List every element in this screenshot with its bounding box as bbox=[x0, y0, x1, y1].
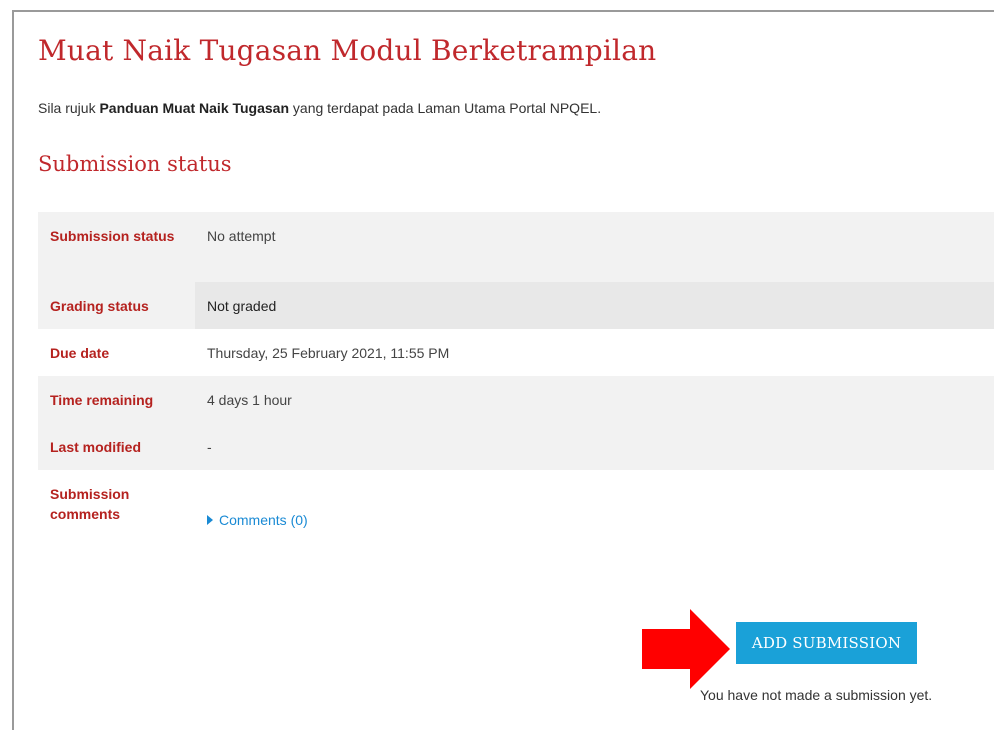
page-title: Muat Naik Tugasan Modul Berketrampilan bbox=[38, 34, 657, 67]
table-row: Due date Thursday, 25 February 2021, 11:… bbox=[38, 329, 994, 376]
table-row: Submission status No attempt bbox=[38, 212, 994, 282]
intro-text: Sila rujuk Panduan Muat Naik Tugasan yan… bbox=[38, 100, 601, 116]
submission-note: You have not made a submission yet. bbox=[700, 687, 933, 703]
submission-status-heading: Submission status bbox=[38, 152, 232, 176]
row-value: Comments (0) bbox=[195, 470, 994, 540]
row-label: Last modified bbox=[50, 439, 142, 455]
table-row: Last modified - bbox=[38, 423, 994, 470]
comments-link-label: Comments (0) bbox=[219, 512, 308, 528]
caret-right-icon bbox=[207, 515, 213, 525]
row-label: Due date bbox=[50, 345, 110, 361]
row-value: No attempt bbox=[207, 228, 276, 244]
row-value: Thursday, 25 February 2021, 11:55 PM bbox=[207, 345, 450, 361]
intro-guide-name: Panduan Muat Naik Tugasan bbox=[99, 100, 290, 116]
row-label: Submission comments bbox=[50, 486, 130, 522]
row-value: - bbox=[207, 439, 212, 455]
table-row: Grading status Not graded bbox=[38, 282, 994, 329]
red-arrow-icon bbox=[642, 609, 730, 689]
row-value: 4 days 1 hour bbox=[207, 392, 292, 408]
row-label: Time remaining bbox=[50, 392, 154, 408]
table-row: Time remaining 4 days 1 hour bbox=[38, 376, 994, 423]
intro-suffix: yang terdapat pada Laman Utama Portal NP… bbox=[289, 100, 602, 116]
add-submission-button[interactable]: ADD SUBMISSION bbox=[736, 622, 917, 664]
comments-toggle-link[interactable]: Comments (0) bbox=[207, 512, 308, 528]
row-label: Grading status bbox=[50, 298, 149, 314]
row-label: Submission status bbox=[50, 228, 175, 244]
submission-status-table: Submission status No attempt Grading sta… bbox=[38, 212, 994, 540]
intro-prefix: Sila rujuk bbox=[38, 100, 100, 116]
row-value: Not graded bbox=[195, 282, 994, 329]
table-row: Submission comments Comments (0) bbox=[38, 470, 994, 540]
